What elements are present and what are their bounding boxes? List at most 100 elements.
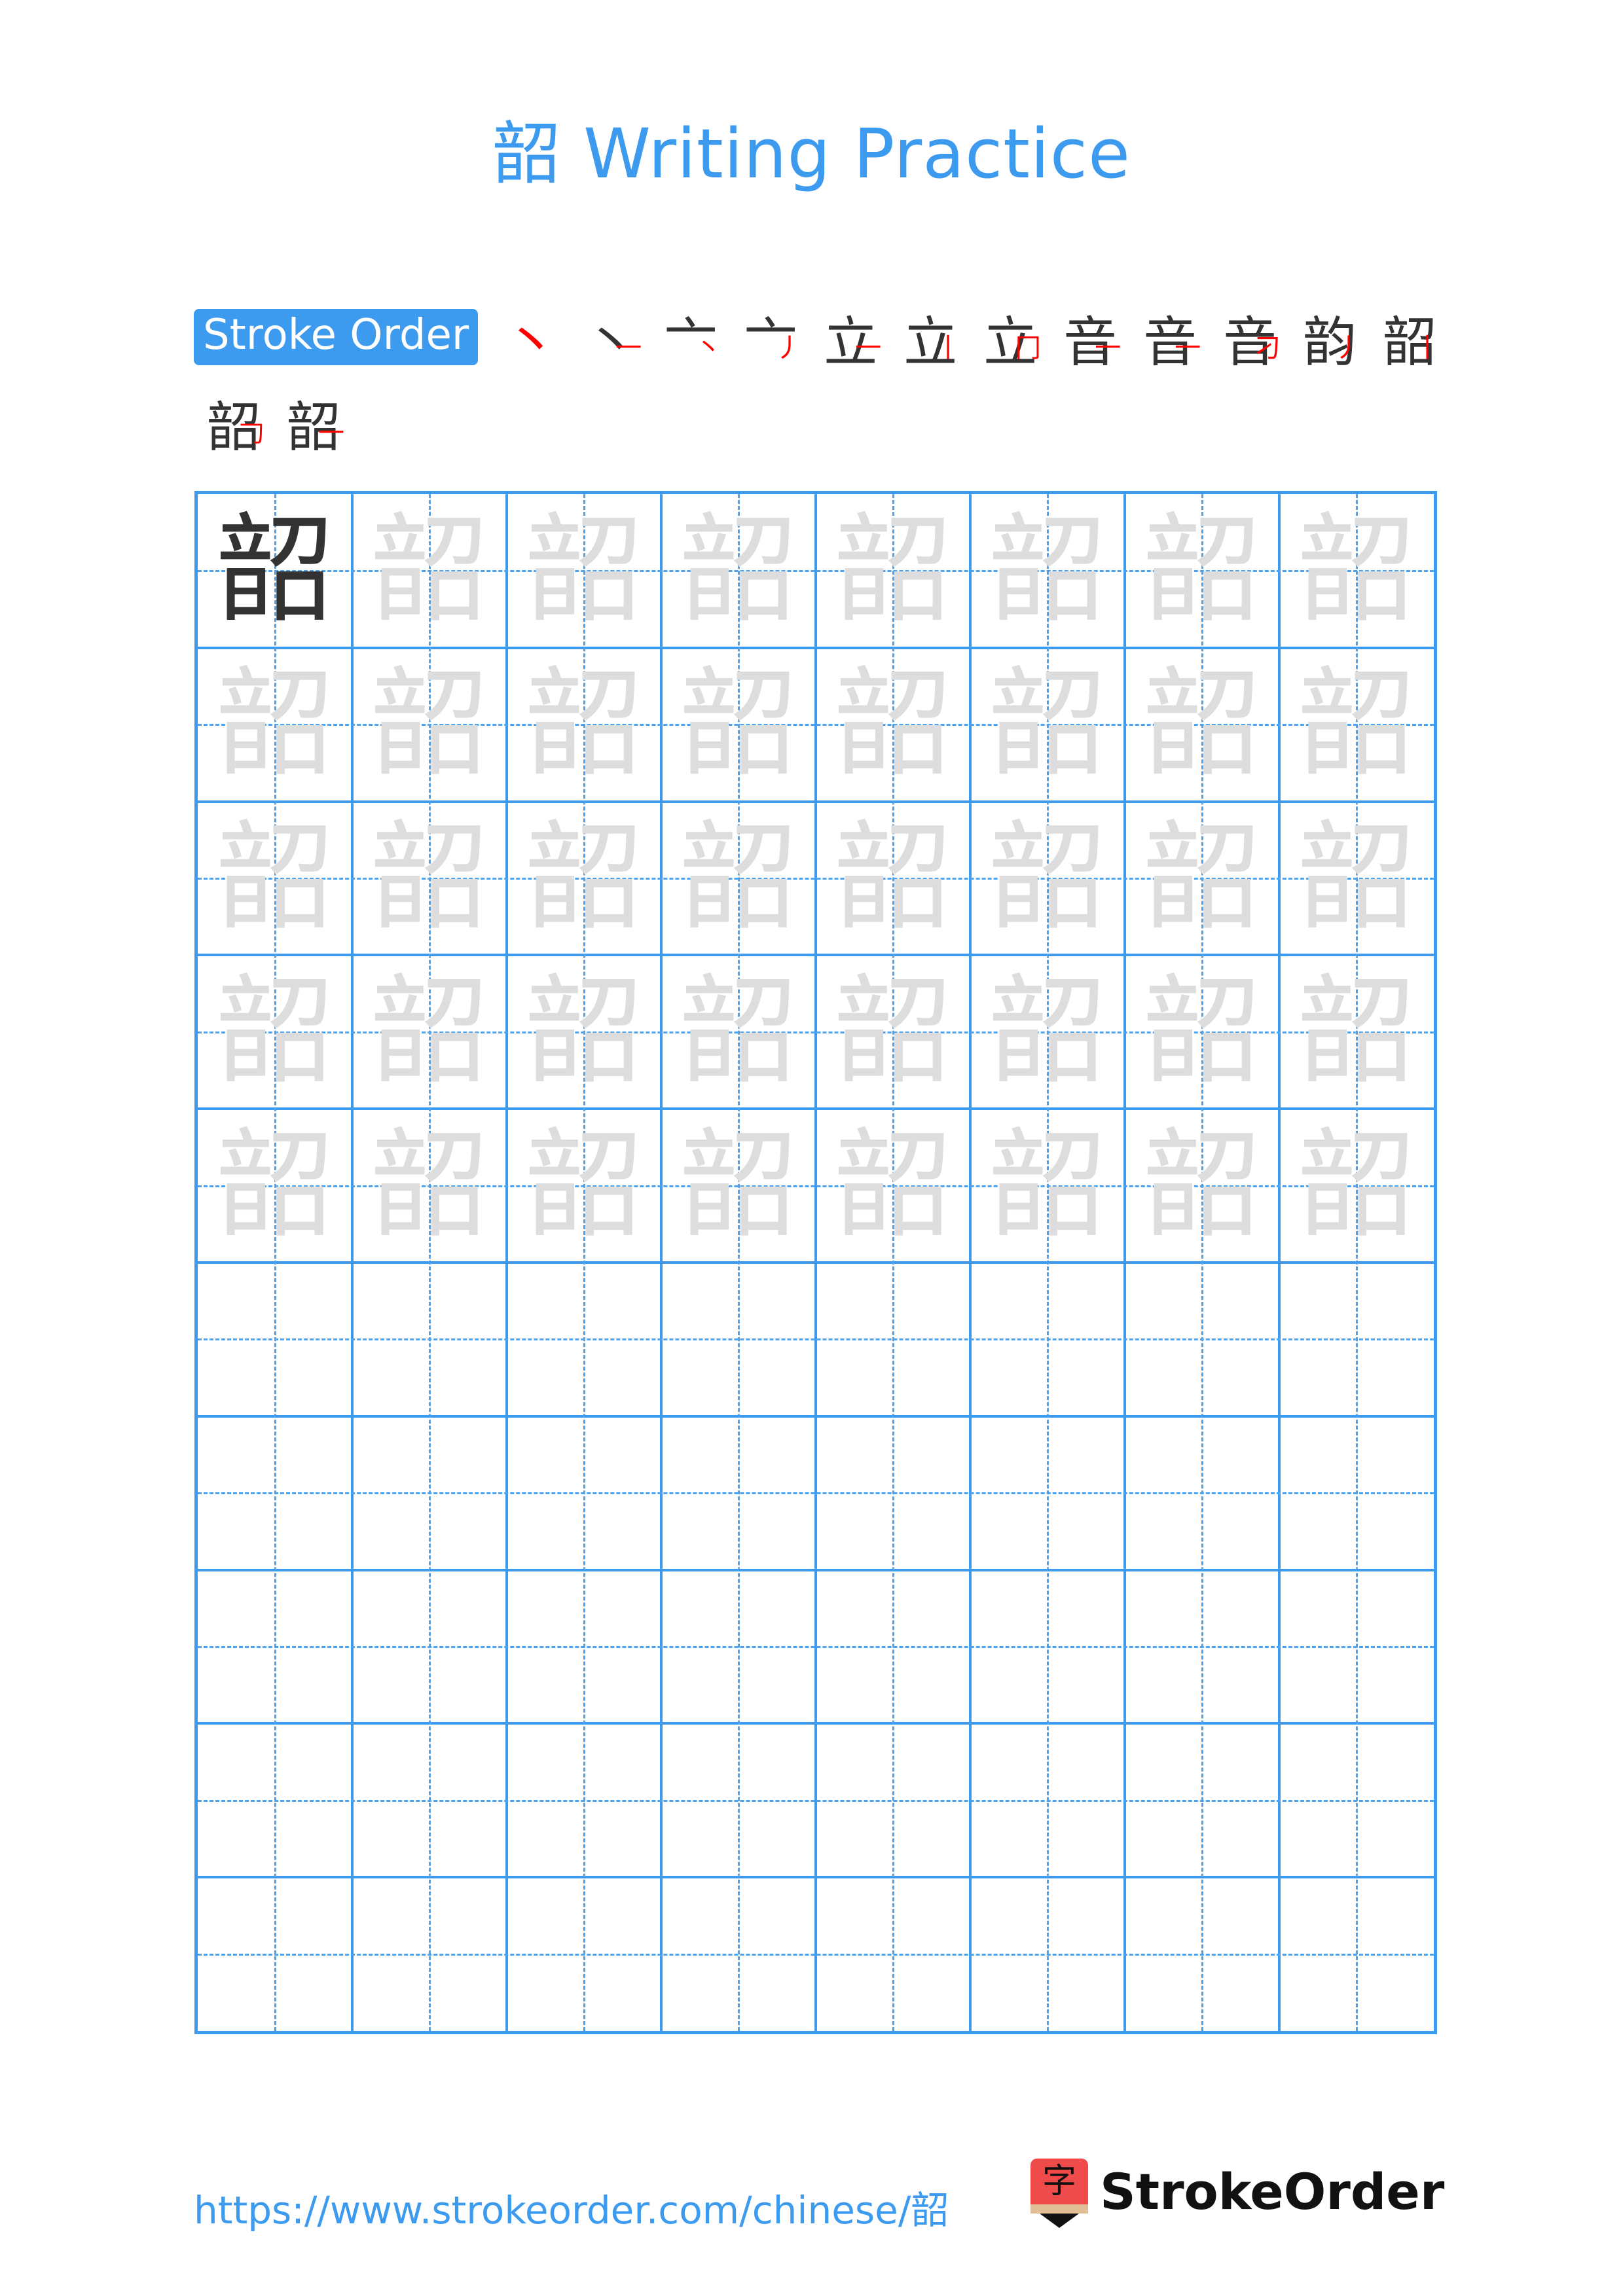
- practice-cell[interactable]: [1279, 1416, 1434, 1570]
- practice-cell[interactable]: [1279, 1877, 1434, 2031]
- practice-cell[interactable]: 韶: [1125, 494, 1279, 648]
- practice-cell[interactable]: [198, 1263, 352, 1416]
- trace-character: 韶: [524, 963, 643, 1100]
- practice-cell[interactable]: 韶: [816, 648, 970, 802]
- practice-cell[interactable]: 韶: [661, 648, 816, 802]
- practice-cell[interactable]: [970, 1877, 1125, 2031]
- practice-cell[interactable]: 韶: [352, 955, 507, 1109]
- trace-character: 韶: [1142, 963, 1261, 1100]
- practice-cell[interactable]: [198, 1416, 352, 1570]
- practice-cell[interactable]: 韶: [661, 494, 816, 648]
- practice-cell[interactable]: [816, 1416, 970, 1570]
- practice-cell[interactable]: 韶: [198, 955, 352, 1109]
- stroke-step-3: 亠丶: [651, 304, 731, 374]
- practice-cell[interactable]: 韶: [1279, 648, 1434, 802]
- practice-cell[interactable]: 韶: [198, 802, 352, 956]
- stroke-step-11: 韵丿: [1290, 304, 1370, 374]
- trace-character: 韶: [988, 502, 1106, 639]
- practice-cell[interactable]: 韶: [661, 1109, 816, 1263]
- practice-cell[interactable]: [198, 1723, 352, 1877]
- practice-cell[interactable]: [352, 1723, 507, 1877]
- trace-character: 韶: [370, 1117, 488, 1254]
- practice-cell[interactable]: 韶: [816, 955, 970, 1109]
- practice-cell[interactable]: [970, 1263, 1125, 1416]
- practice-cell[interactable]: 韶: [970, 802, 1125, 956]
- practice-cell[interactable]: [661, 1263, 816, 1416]
- stroke-step-13: 韶𠃌: [194, 389, 274, 459]
- practice-cell[interactable]: 韶: [816, 1109, 970, 1263]
- trace-character: 韶: [679, 502, 797, 639]
- practice-cell[interactable]: [970, 1416, 1125, 1570]
- practice-cell[interactable]: 韶: [816, 802, 970, 956]
- practice-cell[interactable]: [661, 1723, 816, 1877]
- practice-cell[interactable]: 韶: [1279, 802, 1434, 956]
- practice-cell[interactable]: [507, 1263, 661, 1416]
- practice-cell[interactable]: [507, 1570, 661, 1724]
- practice-cell[interactable]: 韶: [198, 1109, 352, 1263]
- practice-cell[interactable]: [352, 1416, 507, 1570]
- practice-cell[interactable]: 韶: [1125, 802, 1279, 956]
- practice-cell[interactable]: 韶: [1279, 494, 1434, 648]
- practice-cell[interactable]: 韶: [352, 648, 507, 802]
- practice-cell[interactable]: 韶: [198, 494, 352, 648]
- stroke-step-new-stroke: 刁: [1254, 333, 1281, 363]
- practice-cell[interactable]: 韶: [661, 802, 816, 956]
- stroke-step-8: 音一: [1050, 304, 1130, 374]
- practice-cell[interactable]: [352, 1877, 507, 2031]
- practice-cell[interactable]: 韶: [507, 802, 661, 956]
- practice-cell[interactable]: 韶: [507, 1109, 661, 1263]
- practice-cell[interactable]: [1279, 1723, 1434, 1877]
- practice-cell[interactable]: [1125, 1263, 1279, 1416]
- practice-cell[interactable]: 韶: [661, 955, 816, 1109]
- practice-cell[interactable]: [970, 1723, 1125, 1877]
- practice-cell[interactable]: [816, 1877, 970, 2031]
- practice-cell[interactable]: [507, 1877, 661, 2031]
- practice-cell[interactable]: [352, 1570, 507, 1724]
- practice-cell[interactable]: [507, 1416, 661, 1570]
- trace-character: 韶: [215, 1117, 334, 1254]
- practice-cell[interactable]: 韶: [1125, 955, 1279, 1109]
- stroke-step-new-stroke: 丿: [775, 333, 802, 363]
- footer-url-link[interactable]: https://www.strokeorder.com/chinese/韶: [194, 2179, 949, 2234]
- trace-character: 韶: [215, 963, 334, 1100]
- practice-cell[interactable]: [352, 1263, 507, 1416]
- practice-cell[interactable]: 韶: [970, 494, 1125, 648]
- practice-cell[interactable]: 韶: [970, 955, 1125, 1109]
- trace-character: 韶: [679, 963, 797, 1100]
- practice-cell[interactable]: [1279, 1570, 1434, 1724]
- practice-cell[interactable]: [661, 1416, 816, 1570]
- practice-cell[interactable]: [816, 1723, 970, 1877]
- practice-cell[interactable]: [661, 1877, 816, 2031]
- practice-cell[interactable]: [1279, 1263, 1434, 1416]
- stroke-step-6: 立丨: [890, 304, 970, 374]
- strokeorder-logo[interactable]: 字 StrokeOrder: [1030, 2159, 1444, 2228]
- practice-cell[interactable]: 韶: [507, 648, 661, 802]
- practice-cell[interactable]: [1125, 1416, 1279, 1570]
- practice-cell[interactable]: [198, 1877, 352, 2031]
- practice-cell[interactable]: [970, 1570, 1125, 1724]
- practice-cell[interactable]: 韶: [507, 955, 661, 1109]
- stroke-step-new-stroke: 𠃌: [238, 418, 264, 448]
- trace-character: 韶: [833, 1117, 952, 1254]
- practice-cell[interactable]: [816, 1570, 970, 1724]
- practice-cell[interactable]: 韶: [198, 648, 352, 802]
- practice-cell[interactable]: [1125, 1723, 1279, 1877]
- practice-cell[interactable]: 韶: [816, 494, 970, 648]
- practice-cell[interactable]: 韶: [970, 648, 1125, 802]
- practice-cell[interactable]: [661, 1570, 816, 1724]
- practice-cell[interactable]: 韶: [1125, 1109, 1279, 1263]
- practice-cell[interactable]: 韶: [507, 494, 661, 648]
- practice-cell[interactable]: 韶: [352, 494, 507, 648]
- practice-cell[interactable]: [198, 1570, 352, 1724]
- practice-cell[interactable]: 韶: [1125, 648, 1279, 802]
- practice-cell[interactable]: [507, 1723, 661, 1877]
- trace-character: 韶: [1142, 656, 1261, 793]
- practice-cell[interactable]: 韶: [970, 1109, 1125, 1263]
- practice-cell[interactable]: [1125, 1570, 1279, 1724]
- practice-cell[interactable]: [1125, 1877, 1279, 2031]
- practice-cell[interactable]: 韶: [352, 802, 507, 956]
- practice-cell[interactable]: 韶: [1279, 1109, 1434, 1263]
- practice-cell[interactable]: [816, 1263, 970, 1416]
- practice-cell[interactable]: 韶: [352, 1109, 507, 1263]
- practice-cell[interactable]: 韶: [1279, 955, 1434, 1109]
